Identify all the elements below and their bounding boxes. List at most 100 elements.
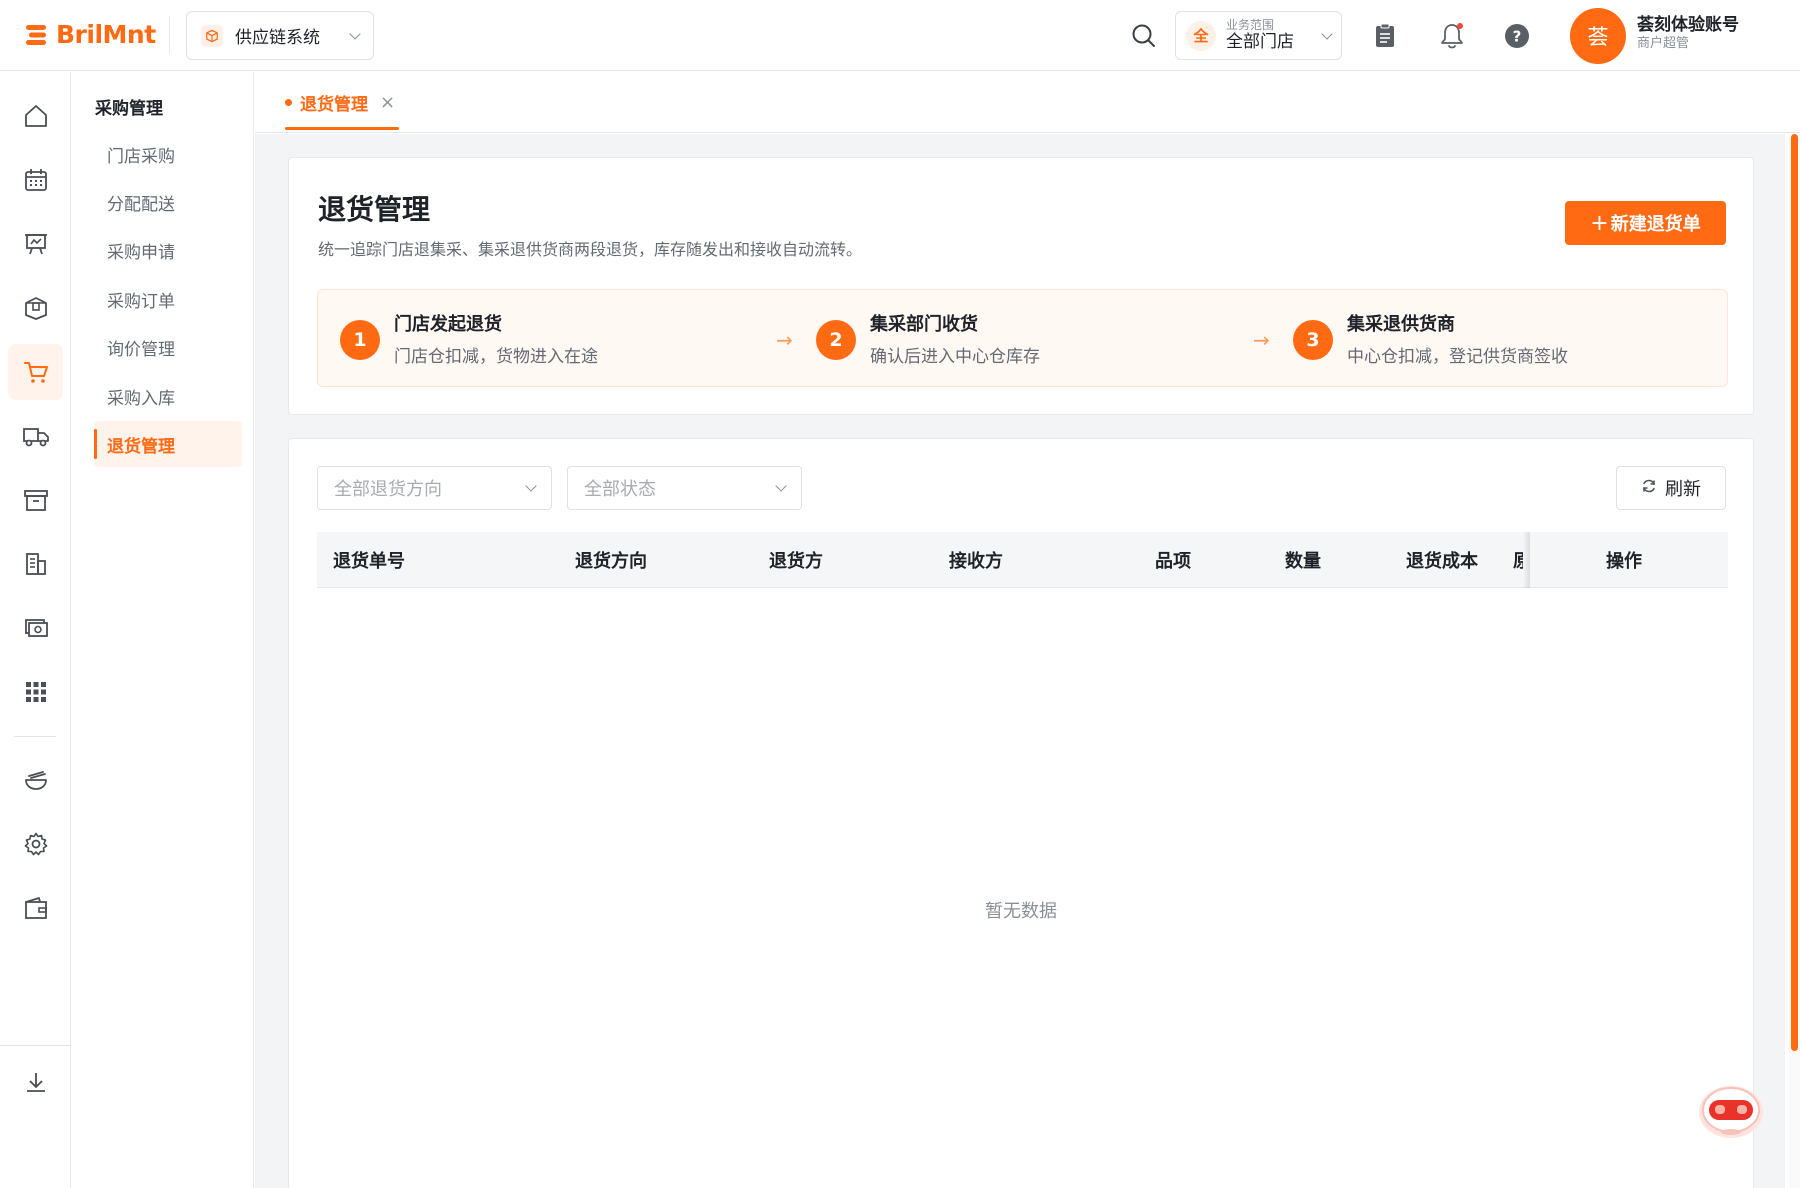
user-name: 荟刻体验账号	[1637, 15, 1739, 35]
header-divider	[169, 16, 170, 54]
column-header[interactable]: 退货单号	[333, 532, 405, 588]
business-scope-select[interactable]: 全 业务范围 全部门店	[1175, 11, 1342, 60]
submenu-item-inquiry[interactable]: 询价管理	[94, 324, 242, 370]
system-switcher[interactable]: 供应链系统	[186, 11, 374, 60]
chevron-down-icon	[525, 480, 537, 492]
scope-label: 业务范围	[1226, 17, 1275, 32]
box-icon[interactable]	[8, 280, 63, 336]
user-info[interactable]: 荟刻体验账号 商户超管	[1637, 15, 1739, 53]
submenu-item-purchase-inbound[interactable]: 采购入库	[94, 373, 242, 419]
step-number: 3	[1293, 320, 1333, 360]
help-icon[interactable]: ?	[1502, 21, 1532, 51]
empty-state: 暂无数据	[985, 901, 1057, 922]
page-description: 统一追踪门店退集采、集采退供货商两段退货，库存随发出和接收自动流转。	[318, 240, 863, 259]
tab-label: 退货管理	[300, 95, 368, 115]
close-icon[interactable]: ×	[380, 92, 395, 113]
step-2: 2 集采部门收货 确认后进入中心仓库存	[816, 310, 1040, 367]
logo-mark-icon	[24, 22, 50, 48]
step-number: 1	[340, 320, 380, 360]
column-header[interactable]: 退货成本	[1406, 532, 1478, 588]
bell-icon[interactable]	[1437, 21, 1467, 51]
refresh-button[interactable]: 刷新	[1616, 466, 1726, 510]
create-return-button[interactable]: + 新建退货单	[1565, 201, 1726, 245]
arrow-right-icon: →	[776, 328, 793, 352]
scope-value: 全部门店	[1226, 31, 1294, 52]
submenu-item-purchase-request[interactable]: 采购申请	[94, 227, 242, 273]
main-content: 退货管理 统一追踪门店退集采、集采退供货商两段退货，库存随发出和接收自动流转。 …	[255, 134, 1785, 1188]
scope-badge: 全	[1186, 20, 1216, 51]
column-header[interactable]: 退货方向	[575, 532, 647, 588]
step-description: 中心仓扣减，登记供货商签收	[1347, 347, 1568, 367]
chevron-down-icon	[349, 27, 361, 40]
column-header[interactable]: 退货方	[769, 532, 823, 588]
column-header[interactable]: 数量	[1285, 532, 1321, 588]
svg-text:?: ?	[1513, 28, 1522, 46]
wallet-icon[interactable]	[8, 880, 63, 936]
returns-list-card: 全部退货方向 全部状态 刷新 退货单号 退货方向 退货方 接收方 品项 数量 退…	[288, 438, 1754, 1188]
apps-grid-icon[interactable]	[8, 664, 63, 720]
submenu-item-returns[interactable]: 退货管理	[94, 421, 242, 467]
assistant-robot-icon[interactable]	[1695, 1080, 1767, 1140]
column-header[interactable]: 品项	[1155, 532, 1191, 588]
overview-card: 退货管理 统一追踪门店退集采、集采退供货商两段退货，库存随发出和接收自动流转。 …	[288, 157, 1754, 415]
submenu: 采购管理 门店采购 分配配送 采购申请 采购订单 询价管理 采购入库 退货管理	[72, 72, 254, 1188]
chevron-down-icon	[1321, 27, 1333, 40]
cart-icon[interactable]	[8, 344, 63, 400]
process-steps: 1 门店发起退货 门店仓扣减，货物进入在途 → 2 集采部门收货 确认后进入中心…	[317, 289, 1728, 387]
clipboard-icon[interactable]	[1370, 21, 1400, 51]
column-header-clipped[interactable]: 原	[1513, 532, 1523, 588]
tab-returns[interactable]: 退货管理 ×	[285, 72, 395, 133]
submenu-item-distribution[interactable]: 分配配送	[94, 179, 242, 225]
tab-strip: 退货管理 ×	[255, 72, 1800, 133]
submenu-item-store-purchase[interactable]: 门店采购	[94, 131, 242, 177]
submenu-item-purchase-order[interactable]: 采购订单	[94, 276, 242, 322]
rail-bottom-divider	[0, 1045, 71, 1046]
step-title: 集采部门收货	[870, 314, 978, 335]
brand-name: BrilMnt	[56, 20, 156, 49]
step-3: 3 集采退供货商 中心仓扣减，登记供货商签收	[1293, 310, 1568, 367]
icon-rail	[0, 72, 71, 1188]
step-1: 1 门店发起退货 门店仓扣减，货物进入在途	[340, 310, 598, 367]
step-description: 门店仓扣减，货物进入在途	[394, 347, 598, 367]
return-direction-select[interactable]: 全部退货方向	[317, 466, 552, 510]
step-description: 确认后进入中心仓库存	[870, 347, 1040, 367]
create-return-label: 新建退货单	[1610, 214, 1701, 235]
building-icon[interactable]	[8, 536, 63, 592]
calendar-icon[interactable]	[8, 152, 63, 208]
bowl-icon[interactable]	[8, 752, 63, 808]
page-title: 退货管理	[318, 193, 431, 226]
user-role: 商户超管	[1637, 36, 1690, 52]
refresh-label: 刷新	[1665, 479, 1701, 500]
rail-divider	[14, 736, 56, 737]
cash-icon[interactable]	[8, 600, 63, 656]
submenu-title: 采购管理	[95, 99, 163, 119]
chevron-down-icon	[775, 480, 787, 492]
settings-icon[interactable]	[8, 816, 63, 872]
step-title: 门店发起退货	[394, 314, 502, 335]
truck-icon[interactable]	[8, 408, 63, 464]
top-bar: BrilMnt 供应链系统 全 业务范围 全部门店 ? 荟 荟刻体验账号 商户超…	[0, 0, 1800, 71]
step-number: 2	[816, 320, 856, 360]
table-header: 退货单号 退货方向 退货方 接收方 品项 数量 退货成本 原 操作	[317, 532, 1728, 588]
tab-active-indicator	[285, 127, 399, 130]
arrow-right-icon: →	[1253, 328, 1270, 352]
presentation-icon[interactable]	[8, 216, 63, 272]
scrollbar[interactable]	[1789, 134, 1800, 1188]
return-direction-placeholder: 全部退货方向	[334, 479, 442, 500]
brand-logo[interactable]: BrilMnt	[24, 20, 156, 49]
column-header[interactable]: 接收方	[949, 532, 1003, 588]
step-title: 集采退供货商	[1347, 314, 1455, 335]
status-select[interactable]: 全部状态	[567, 466, 802, 510]
status-placeholder: 全部状态	[584, 479, 656, 500]
scrollbar-thumb[interactable]	[1791, 134, 1798, 1051]
search-icon[interactable]	[1130, 22, 1158, 50]
avatar[interactable]: 荟	[1570, 8, 1626, 64]
system-label: 供应链系统	[235, 28, 320, 48]
home-icon[interactable]	[8, 88, 63, 144]
refresh-icon	[1641, 478, 1657, 499]
fixed-column-shadow	[1524, 532, 1530, 588]
active-dot	[285, 99, 292, 106]
archive-icon[interactable]	[8, 472, 63, 528]
download-icon[interactable]	[8, 1054, 63, 1110]
column-header-actions[interactable]: 操作	[1606, 532, 1642, 588]
